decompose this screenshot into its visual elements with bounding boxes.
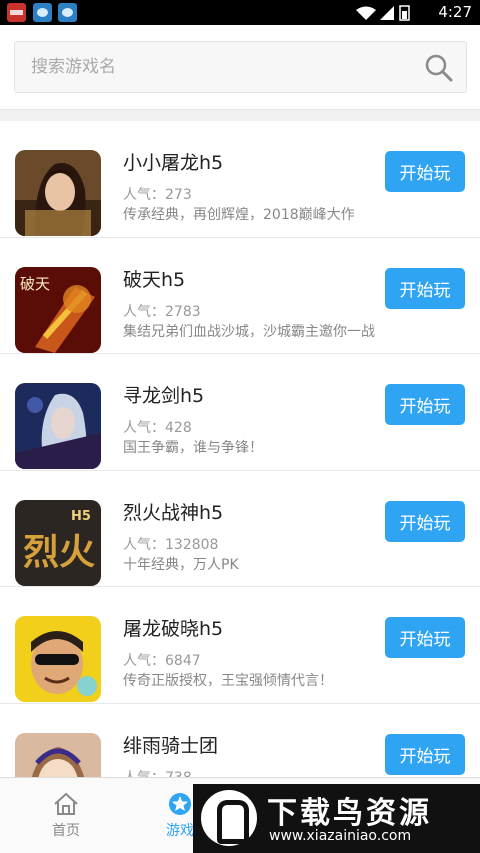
game-popularity: 人气：273 <box>123 187 192 203</box>
game-description: 国王争霸，谁与争锋！ <box>123 440 263 456</box>
game-name: 寻龙剑h5 <box>123 385 205 407</box>
watermark-title: 下载鸟资源 <box>267 796 432 831</box>
notification-app-icon <box>58 3 77 22</box>
watermark-logo-icon <box>201 790 257 846</box>
game-popularity: 人气：132808 <box>123 536 219 553</box>
status-time: 4:27 <box>438 3 472 21</box>
start-play-button[interactable]: 开始玩 <box>385 384 465 425</box>
notification-app-icon <box>7 3 26 22</box>
game-icon-badge: H5 <box>71 509 91 524</box>
game-icon[interactable]: 烈火 H5 <box>15 499 101 586</box>
game-popularity: 人气：428 <box>123 420 192 436</box>
game-list: 小小屠龙h5 人气：273 传承经典，再创辉煌，2018巅峰大作 开始玩 破天 … <box>0 121 480 777</box>
game-list-item[interactable]: 寻龙剑h5 人气：428 国王争霸，谁与争锋！ 开始玩 <box>0 354 480 471</box>
game-popularity: 人气：6847 <box>123 653 201 669</box>
start-play-button[interactable]: 开始玩 <box>385 151 465 192</box>
game-name: 破天h5 <box>123 268 186 291</box>
game-list-item[interactable]: 烈火 H5 烈火战神h5 人气：132808 十年经典，万人PK 开始玩 <box>0 471 480 587</box>
star-icon <box>169 793 191 815</box>
game-description: 集结兄弟们血战沙城，沙城霸主邀你一战 <box>123 323 375 340</box>
home-icon <box>54 792 78 815</box>
start-play-button[interactable]: 开始玩 <box>385 617 465 658</box>
wifi-icon <box>356 6 376 20</box>
game-name: 绯雨骑士团 <box>123 734 219 757</box>
game-popularity: 人气：738 <box>123 767 192 778</box>
game-list-item[interactable]: 破天 破天h5 人气：2783 集结兄弟们血战沙城，沙城霸主邀你一战 开始玩 <box>0 238 480 354</box>
search-input[interactable] <box>31 42 411 92</box>
tab-home[interactable]: 首页 <box>11 778 121 853</box>
game-description: 传奇正版授权，王宝强倾情代言！ <box>123 673 333 689</box>
game-icon[interactable] <box>15 616 101 702</box>
status-bar: 4:27 <box>0 0 480 25</box>
game-icon-art-text: 烈火 <box>23 531 95 573</box>
game-popularity: 人气：2783 <box>123 303 201 320</box>
status-icons <box>356 5 410 21</box>
search-box[interactable] <box>14 41 467 93</box>
tab-home-label: 首页 <box>52 823 80 839</box>
game-icon-art-text: 破天 <box>20 275 50 293</box>
section-divider <box>0 109 480 121</box>
game-name: 屠龙破晓h5 <box>123 618 224 640</box>
game-list-item[interactable]: 小小屠龙h5 人气：273 传承经典，再创辉煌，2018巅峰大作 开始玩 <box>0 121 480 238</box>
game-icon[interactable] <box>15 383 101 469</box>
game-list-item[interactable]: 绯雨骑士团 人气：738 开始玩 <box>0 704 480 778</box>
start-play-button[interactable]: 开始玩 <box>385 733 465 775</box>
game-name: 烈火战神h5 <box>123 501 224 524</box>
game-list-item[interactable]: 屠龙破晓h5 人气：6847 传奇正版授权，王宝强倾情代言！ 开始玩 <box>0 587 480 704</box>
start-play-button[interactable]: 开始玩 <box>385 500 465 542</box>
search-area <box>0 25 480 109</box>
game-name: 小小屠龙h5 <box>123 152 224 174</box>
game-description: 传承经典，再创辉煌，2018巅峰大作 <box>123 207 355 223</box>
start-play-button[interactable]: 开始玩 <box>385 267 465 309</box>
watermark-url: www.xiazainiao.com <box>269 828 412 844</box>
site-watermark: 下载鸟资源 www.xiazainiao.com <box>193 784 480 853</box>
game-icon[interactable] <box>15 150 101 236</box>
game-description: 十年经典，万人PK <box>123 556 239 573</box>
signal-icon <box>380 6 394 20</box>
game-icon[interactable]: 破天 <box>15 266 101 353</box>
game-icon[interactable] <box>15 732 101 777</box>
search-icon[interactable] <box>424 53 454 83</box>
notification-app-icon <box>33 3 52 22</box>
